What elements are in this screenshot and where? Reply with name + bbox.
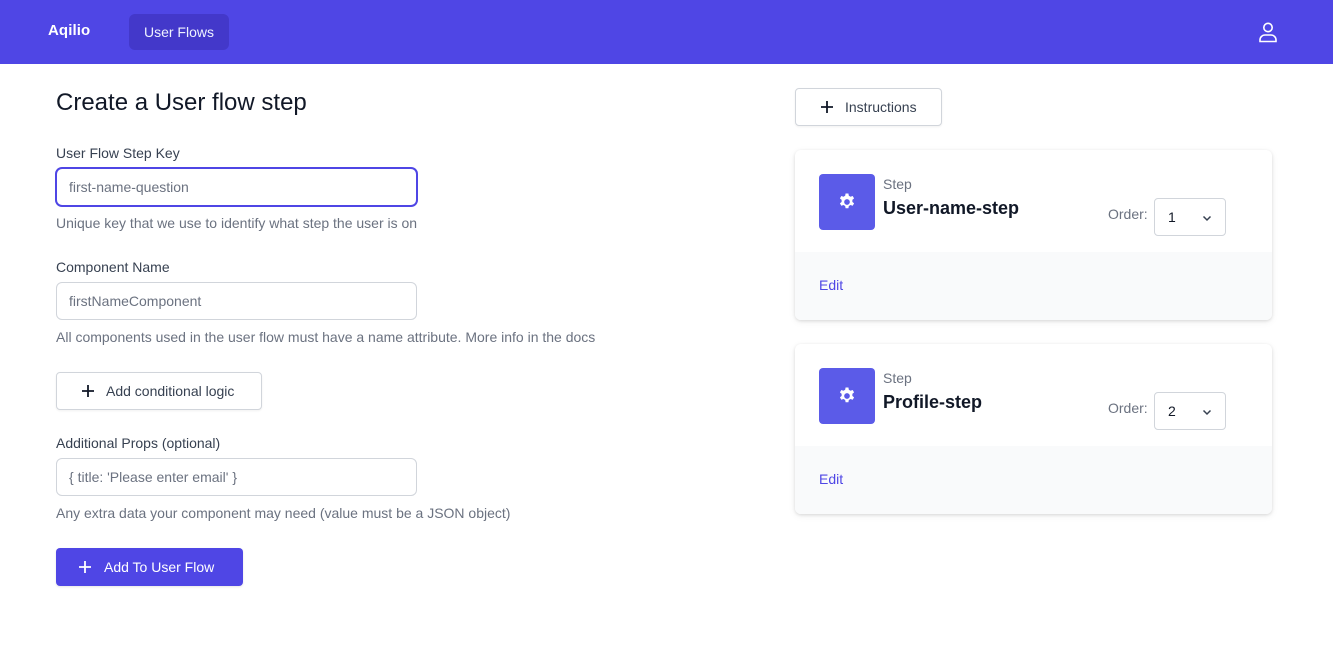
additional-props-help: Any extra data your component may need (… [56,505,511,521]
plus-icon [821,101,833,113]
edit-link[interactable]: Edit [819,471,843,487]
component-name-input[interactable] [56,282,417,320]
chevron-down-icon [1202,215,1212,222]
gear-icon [839,193,855,209]
step-card-footer: Edit [795,252,1272,320]
component-name-help: All components used in the user flow mus… [56,329,596,345]
add-to-user-flow-button[interactable]: Add To User Flow [56,548,243,586]
additional-props-label: Additional Props (optional) [56,435,221,451]
step-card-footer: Edit [795,446,1272,514]
order-value: 1 [1168,209,1176,225]
page-title: Create a User flow step [56,89,307,116]
plus-icon [79,561,91,573]
gear-icon [839,387,855,403]
add-to-user-flow-label: Add To User Flow [104,559,215,575]
step-card: Step User-name-step Order: 1 Edit [795,150,1272,320]
step-kicker: Step [883,370,912,386]
edit-link[interactable]: Edit [819,277,843,293]
component-name-label: Component Name [56,259,170,275]
step-kicker: Step [883,176,912,192]
instructions-button[interactable]: Instructions [795,88,942,126]
plus-icon [82,385,94,397]
step-name: User-name-step [883,198,1020,218]
chevron-down-icon [1202,409,1212,416]
user-profile-icon[interactable] [1256,20,1280,44]
step-icon-tile [819,368,875,424]
step-key-help: Unique key that we use to identify what … [56,215,418,231]
step-key-input[interactable] [56,168,417,206]
brand-logo[interactable]: Aqilio [48,22,90,39]
step-icon-tile [819,174,875,230]
add-conditional-logic-label: Add conditional logic [106,383,235,399]
step-name: Profile-step [883,392,983,412]
step-card: Step Profile-step Order: 2 Edit [795,344,1272,514]
order-label: Order: [1108,400,1148,416]
order-select[interactable]: 1 [1154,198,1226,236]
top-navbar: Aqilio User Flows [0,0,1333,64]
add-conditional-logic-button[interactable]: Add conditional logic [56,372,262,410]
step-key-label: User Flow Step Key [56,145,180,161]
order-label: Order: [1108,206,1148,222]
additional-props-input[interactable] [56,458,417,496]
instructions-label: Instructions [845,99,917,115]
nav-tab-user-flows[interactable]: User Flows [129,14,229,50]
order-value: 2 [1168,403,1176,419]
order-select[interactable]: 2 [1154,392,1226,430]
